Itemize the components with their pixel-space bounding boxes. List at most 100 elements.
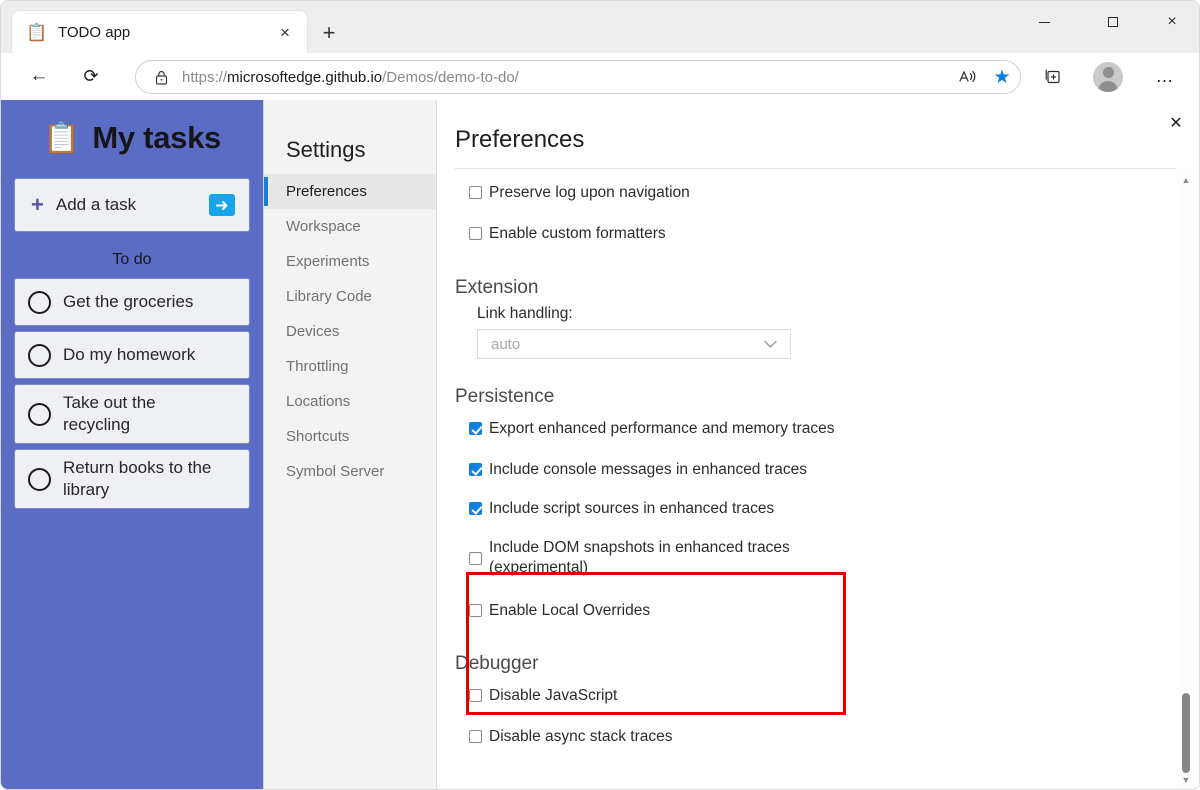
scrollbar-down-arrow-icon[interactable]: ▼	[1178, 772, 1194, 788]
reload-button[interactable]: ⟳	[75, 60, 107, 92]
url-path: /Demos/demo-to-do/	[382, 68, 519, 86]
checkbox-enable-local-overrides[interactable]	[469, 604, 482, 617]
nav-label: Preferences	[286, 183, 367, 200]
checkbox-label-text: Include DOM snapshots in enhanced traces…	[489, 539, 790, 576]
checkbox-label: Include console messages in enhanced tra…	[489, 461, 807, 478]
checkbox-label: Enable custom formatters	[489, 225, 666, 242]
sidebar-item-devices[interactable]: Devices	[264, 314, 436, 349]
checkbox-custom-formatters[interactable]	[469, 227, 482, 240]
add-task-placeholder: Add a task	[55, 195, 137, 214]
task-label: Return books to the library	[63, 458, 212, 499]
checkbox-include-console-messages[interactable]	[469, 463, 482, 476]
group-title-persistence: Persistence	[455, 386, 555, 407]
sidebar-item-workspace[interactable]: Workspace	[264, 209, 436, 244]
sidebar-item-shortcuts[interactable]: Shortcuts	[264, 419, 436, 454]
avatar-head	[1102, 67, 1114, 78]
address-bar[interactable]: https://microsoftedge.github.io/Demos/de…	[135, 60, 1021, 94]
task-item[interactable]: Return books to the library	[14, 449, 250, 509]
read-aloud-icon[interactable]	[954, 69, 984, 85]
nav-label: Library Code	[286, 288, 372, 305]
checkbox-preserve-log[interactable]	[469, 186, 482, 199]
close-icon: ×	[1167, 13, 1177, 30]
sidebar-item-locations[interactable]: Locations	[264, 384, 436, 419]
checkbox-label: Include script sources in enhanced trace…	[489, 500, 775, 517]
checkbox-include-dom-snapshots[interactable]	[469, 551, 482, 565]
devtools-panel: ✕ Settings Preferences Workspace Experim…	[263, 100, 1199, 789]
more-options-icon[interactable]: …	[1149, 60, 1181, 92]
group-title-extension: Extension	[455, 277, 539, 298]
add-task-field[interactable]: + Add a task	[14, 178, 250, 232]
link-handling-select[interactable]: auto	[477, 329, 791, 359]
checkbox-label: Preserve log upon navigation	[489, 184, 690, 201]
settings-navigation: Settings Preferences Workspace Experimen…	[264, 100, 437, 789]
profile-avatar[interactable]	[1093, 62, 1123, 92]
window-maximize-button[interactable]	[1090, 1, 1136, 43]
devtools-scrollbar[interactable]: ▲ ▼	[1178, 169, 1194, 789]
submit-arrow-icon[interactable]	[209, 194, 235, 216]
browser-tab[interactable]: 📋 TODO app ×	[11, 10, 308, 54]
settings-content: Preferences Preserve log upon navigation…	[437, 100, 1199, 789]
sidebar-item-throttling[interactable]: Throttling	[264, 349, 436, 384]
collections-icon[interactable]	[1037, 60, 1069, 92]
link-handling-label: Link handling:	[477, 305, 573, 322]
checkbox-row[interactable]: Enable custom formatters	[469, 217, 1187, 251]
nav-label: Devices	[286, 323, 340, 340]
todo-app-panel: 📋 My tasks + Add a task To do Get the gr…	[1, 100, 263, 789]
task-item[interactable]: Get the groceries	[14, 278, 250, 326]
sidebar-item-library-code[interactable]: Library Code	[264, 279, 436, 314]
window-minimize-button[interactable]	[1021, 1, 1067, 43]
tab-close-icon[interactable]: ×	[271, 19, 299, 47]
sidebar-item-symbol-server[interactable]: Symbol Server	[264, 454, 436, 489]
browser-toolbar: ← ⟳ https://microsoftedge.github.io/Demo…	[1, 53, 1199, 100]
tab-title: TODO app	[58, 24, 131, 41]
preferences-title: Preferences	[455, 126, 585, 153]
window-close-button[interactable]: ×	[1149, 1, 1195, 43]
sidebar-item-experiments[interactable]: Experiments	[264, 244, 436, 279]
checkbox-include-script-sources[interactable]	[469, 502, 482, 515]
checkbox-label: Include DOM snapshots in enhanced traces…	[489, 538, 819, 578]
settings-heading: Settings	[286, 137, 366, 162]
checkbox-export-enhanced-traces[interactable]	[469, 422, 482, 435]
checkbox-row[interactable]: Disable JavaScript	[469, 679, 1187, 713]
checkbox-row[interactable]: Disable async stack traces	[469, 720, 1187, 754]
url-host: microsoftedge.github.io	[227, 68, 383, 86]
checkbox-label: Enable Local Overrides	[489, 602, 651, 619]
task-label: Take out the recycling	[63, 393, 156, 434]
checkbox-row[interactable]: Include DOM snapshots in enhanced traces…	[469, 531, 1187, 585]
task-label: Do my homework	[63, 345, 196, 364]
new-tab-button[interactable]: +	[314, 18, 344, 48]
favorite-star-icon[interactable]: ★	[984, 66, 1020, 89]
checkbox-row[interactable]: Preserve log upon navigation	[469, 176, 1187, 210]
task-item[interactable]: Do my homework	[14, 331, 250, 379]
preferences-scroll-area[interactable]: Preserve log upon navigation Enable cust…	[437, 169, 1187, 789]
page-viewport: 📋 My tasks + Add a task To do Get the gr…	[1, 100, 1199, 789]
clipboard-icon: 📋	[43, 121, 81, 155]
task-complete-circle-icon[interactable]	[28, 290, 51, 314]
url-scheme: https://	[182, 68, 228, 86]
scrollbar-thumb[interactable]	[1182, 693, 1190, 773]
task-item[interactable]: Take out the recycling	[14, 384, 250, 444]
back-button[interactable]: ←	[23, 60, 55, 92]
lock-icon	[152, 70, 170, 85]
checkbox-disable-async-stack-traces[interactable]	[469, 730, 482, 743]
checkbox-row[interactable]: Include console messages in enhanced tra…	[469, 453, 1187, 487]
task-label: Get the groceries	[63, 292, 194, 311]
task-complete-circle-icon[interactable]	[28, 402, 51, 426]
nav-label: Locations	[286, 393, 351, 410]
chevron-down-icon	[764, 337, 777, 352]
group-title-debugger: Debugger	[455, 653, 539, 674]
checkbox-row[interactable]: Export enhanced performance and memory t…	[469, 412, 1187, 446]
scrollbar-up-arrow-icon[interactable]: ▲	[1178, 172, 1194, 188]
checkbox-disable-javascript[interactable]	[469, 689, 482, 702]
sidebar-item-preferences[interactable]: Preferences	[264, 174, 436, 209]
checkbox-row[interactable]: Enable Local Overrides	[469, 594, 1187, 628]
task-complete-circle-icon[interactable]	[28, 467, 51, 491]
nav-label: Experiments	[286, 253, 370, 270]
page-title: My tasks	[92, 120, 221, 155]
checkbox-label: Disable async stack traces	[489, 728, 673, 745]
todo-section-label: To do	[112, 251, 152, 268]
checkbox-label: Disable JavaScript	[489, 687, 618, 704]
task-complete-circle-icon[interactable]	[28, 343, 51, 367]
nav-label: Workspace	[286, 218, 361, 235]
checkbox-row[interactable]: Include script sources in enhanced trace…	[469, 492, 1187, 526]
